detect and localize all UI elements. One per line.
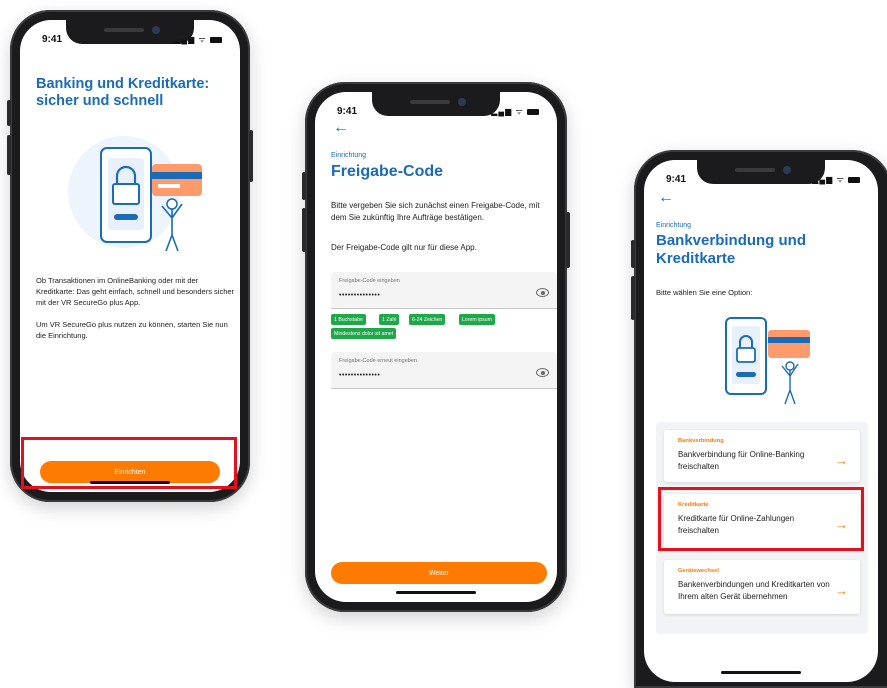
status-icons: ▂▄▆ ᯤ <box>174 34 222 45</box>
status-time: 9:41 <box>42 34 63 45</box>
field-value: •••••••••••••• <box>339 372 381 379</box>
eyebrow-label: Einrichtung <box>656 222 692 229</box>
page-title: Bankverbindung und Kreditkarte <box>656 232 806 267</box>
weiter-button[interactable]: Weiter <box>331 562 547 584</box>
phone-3: 9:41 ▂▄▆ ᯤ ← Einrichtung Bankverbindung … <box>631 150 887 688</box>
freigabe-code-field[interactable]: Freigabe-Code eingeben •••••••••••••• <box>331 272 557 309</box>
back-arrow-icon[interactable]: ← <box>333 120 349 136</box>
phone-card-illustration <box>725 317 810 405</box>
eye-icon[interactable] <box>536 288 549 297</box>
eyebrow-label: Einrichtung <box>331 152 367 159</box>
instruction-paragraph: Um VR SecureGo plus nutzen zu können, st… <box>36 320 228 340</box>
screen-option-select: 9:41 ▂▄▆ ᯤ ← Einrichtung Bankverbindung … <box>644 160 878 682</box>
page-title: Freigabe-Code <box>331 163 444 180</box>
field-label: Freigabe-Code erneut eingeben <box>339 358 417 364</box>
highlight-frame-einrichten <box>21 437 237 489</box>
option-tag: Bankverbindung <box>678 438 724 444</box>
status-icons: ▂▄▆ ᯤ <box>812 174 860 185</box>
status-icons: ▂▄▆ ᯤ <box>491 106 539 117</box>
requirement-chip: Mindestens dolor sit amet <box>331 328 397 339</box>
option-tag: Gerätewechsel <box>678 568 719 574</box>
option-text: Bankverbindung für Online-Banking freisc… <box>678 450 805 471</box>
notch <box>697 160 825 184</box>
info-paragraph: Der Freigabe-Code gilt nur für diese App… <box>331 243 477 252</box>
screen-welcome: 9:41 ▂▄▆ ᯤ Banking und Kreditkarte: sich… <box>20 20 240 492</box>
phone-lock-illustration <box>68 136 202 252</box>
field-label: Freigabe-Code eingeben <box>339 278 400 284</box>
phone-1: 9:41 ▂▄▆ ᯤ Banking und Kreditkarte: sich… <box>7 10 253 502</box>
requirement-chip: Lorem ipsum <box>459 314 495 325</box>
arrow-right-icon: → <box>835 583 848 598</box>
freigabe-code-repeat-field[interactable]: Freigabe-Code erneut eingeben ••••••••••… <box>331 352 557 389</box>
status-time: 9:41 <box>666 174 687 185</box>
page-title: Banking und Kreditkarte: sicher und schn… <box>36 76 210 110</box>
option-card-bankverbindung[interactable]: Bankverbindung Bankverbindung für Online… <box>664 430 860 482</box>
notch <box>372 92 500 116</box>
home-indicator <box>396 591 476 594</box>
status-time: 9:41 <box>337 106 358 117</box>
arrow-right-icon: → <box>835 453 848 468</box>
requirement-chip: 6-24 Zeichen <box>409 314 446 325</box>
screen-freigabe-code: 9:41 ▂▄▆ ᯤ ← Einrichtung Freigabe-Code B… <box>315 92 557 602</box>
highlight-frame-kreditkarte <box>658 487 864 551</box>
requirement-chip: 1 Zahl <box>379 314 400 325</box>
option-text: Bankenverbindungen und Kreditkarten von … <box>678 580 830 601</box>
option-prompt: Bitte wählen Sie eine Option: <box>656 288 753 297</box>
eye-icon[interactable] <box>536 368 549 377</box>
intro-paragraph: Ob Transaktionen im OnlineBanking oder m… <box>36 276 235 307</box>
phone-2: 9:41 ▂▄▆ ᯤ ← Einrichtung Freigabe-Code B… <box>302 82 570 612</box>
back-arrow-icon[interactable]: ← <box>658 190 674 206</box>
home-indicator <box>721 671 801 674</box>
requirement-chip: 1 Buchstabe <box>331 314 366 325</box>
intro-paragraph: Bitte vergeben Sie sich zunächst einen F… <box>331 201 540 222</box>
option-card-geraetewechsel[interactable]: Gerätewechsel Bankenverbindungen und Kre… <box>664 560 860 614</box>
field-value: •••••••••••••• <box>339 292 381 299</box>
